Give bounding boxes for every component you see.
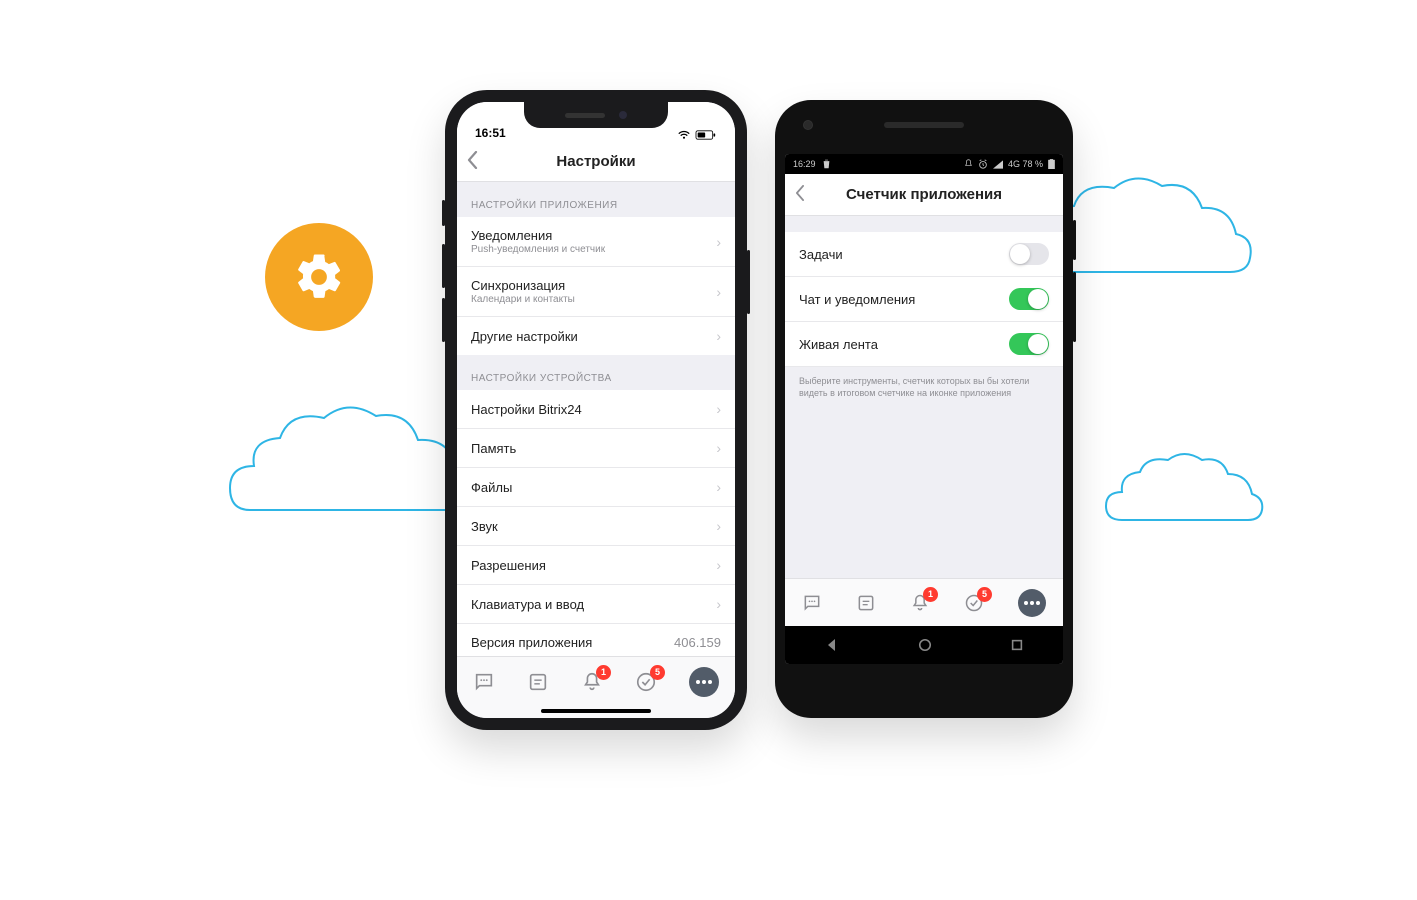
tab-more[interactable] xyxy=(1018,589,1046,617)
counter-row-feed[interactable]: Живая лента xyxy=(785,322,1063,367)
tab-more[interactable] xyxy=(689,667,719,697)
toggle-feed[interactable] xyxy=(1009,333,1049,355)
cell-value: 406.159 xyxy=(674,635,721,650)
counter-row-tasks[interactable]: Задачи xyxy=(785,232,1063,277)
section-header-app: НАСТРОЙКИ ПРИЛОЖЕНИЯ xyxy=(457,182,735,217)
chevron-right-icon: › xyxy=(716,479,721,495)
bell-icon xyxy=(964,159,973,169)
nav-bar: Счетчик приложения xyxy=(785,174,1063,216)
iphone-device-frame: 16:51 Настройки НАСТРОЙКИ ПРИЛОЖЕНИЯ У xyxy=(445,90,747,730)
nav-title: Счетчик приложения xyxy=(846,186,1002,203)
tab-feed[interactable] xyxy=(527,671,549,693)
chat-icon xyxy=(802,593,822,613)
cell-title: Разрешения xyxy=(471,558,546,573)
cell-title: Живая лента xyxy=(799,337,878,352)
nav-home-icon[interactable] xyxy=(918,638,932,652)
feed-icon xyxy=(527,671,549,693)
home-indicator xyxy=(541,709,651,713)
helper-text: Выберите инструменты, счетчик которых вы… xyxy=(785,367,1063,407)
status-network: 4G 78 % xyxy=(1008,159,1043,169)
notification-badge: 1 xyxy=(923,587,938,602)
nav-bar: Настройки xyxy=(457,142,735,182)
feed-icon xyxy=(856,593,876,613)
cell-title: Версия приложения xyxy=(471,635,592,650)
settings-row-bitrix24[interactable]: Настройки Bitrix24 › xyxy=(457,390,735,429)
back-button[interactable] xyxy=(467,151,478,173)
tab-chat[interactable] xyxy=(802,593,822,613)
settings-row-sync[interactable]: Синхронизация Календари и контакты › xyxy=(457,267,735,317)
settings-row-keyboard[interactable]: Клавиатура и ввод › xyxy=(457,585,735,624)
cell-title: Файлы xyxy=(471,480,512,495)
chevron-right-icon: › xyxy=(716,518,721,534)
cell-title: Звук xyxy=(471,519,498,534)
nav-recent-icon[interactable] xyxy=(1010,638,1024,652)
chevron-right-icon: › xyxy=(716,440,721,456)
bottom-tab-bar: 1 5 xyxy=(785,578,1063,626)
tab-notifications[interactable]: 1 xyxy=(581,671,603,693)
tab-notifications[interactable]: 1 xyxy=(910,593,930,613)
nav-back-icon[interactable] xyxy=(824,637,840,653)
settings-row-permissions[interactable]: Разрешения › xyxy=(457,546,735,585)
toggle-chat[interactable] xyxy=(1009,288,1049,310)
cloud-decoration xyxy=(1100,440,1270,540)
more-icon xyxy=(689,667,719,697)
settings-row-notifications[interactable]: Уведомления Push-уведомления и счетчик › xyxy=(457,217,735,267)
section-header-device: НАСТРОЙКИ УСТРОЙСТВА xyxy=(457,355,735,390)
wifi-icon xyxy=(677,130,691,140)
signal-icon xyxy=(993,160,1003,169)
settings-row-version[interactable]: Версия приложения 406.159 xyxy=(457,624,735,656)
chevron-right-icon: › xyxy=(716,234,721,250)
cell-subtitle: Календари и контакты xyxy=(471,294,575,305)
settings-row-sound[interactable]: Звук › xyxy=(457,507,735,546)
cell-title: Другие настройки xyxy=(471,329,578,344)
settings-row-memory[interactable]: Память › xyxy=(457,429,735,468)
chevron-right-icon: › xyxy=(716,328,721,344)
cell-title: Синхронизация xyxy=(471,278,575,293)
android-nav-bar xyxy=(785,626,1063,664)
cell-title: Клавиатура и ввод xyxy=(471,597,584,612)
notification-badge: 1 xyxy=(596,665,611,680)
status-time: 16:29 xyxy=(793,159,816,169)
tab-feed[interactable] xyxy=(856,593,876,613)
battery-icon xyxy=(695,130,717,140)
back-button[interactable] xyxy=(795,185,805,205)
cell-title: Уведомления xyxy=(471,228,605,243)
android-device-frame: 16:29 4G 78 % Счетчик приложения xyxy=(775,100,1073,718)
tab-tasks[interactable]: 5 xyxy=(635,671,657,693)
toggle-tasks[interactable] xyxy=(1009,243,1049,265)
settings-row-files[interactable]: Файлы › xyxy=(457,468,735,507)
alarm-icon xyxy=(978,159,988,169)
cell-title: Чат и уведомления xyxy=(799,292,915,307)
cloud-decoration xyxy=(220,390,480,540)
android-status-bar: 16:29 4G 78 % xyxy=(785,154,1063,174)
chevron-right-icon: › xyxy=(716,596,721,612)
bottom-tab-bar: 1 5 xyxy=(457,656,735,718)
more-icon xyxy=(1018,589,1046,617)
gear-icon xyxy=(265,223,373,331)
chevron-right-icon: › xyxy=(716,401,721,417)
trash-icon xyxy=(822,159,831,169)
tasks-badge: 5 xyxy=(977,587,992,602)
chevron-right-icon: › xyxy=(716,557,721,573)
counter-row-chat[interactable]: Чат и уведомления xyxy=(785,277,1063,322)
tasks-badge: 5 xyxy=(650,665,665,680)
tab-chat[interactable] xyxy=(473,671,495,693)
chevron-right-icon: › xyxy=(716,284,721,300)
cell-title: Память xyxy=(471,441,516,456)
cell-title: Задачи xyxy=(799,247,843,262)
chat-icon xyxy=(473,671,495,693)
settings-row-other[interactable]: Другие настройки › xyxy=(457,317,735,355)
status-time: 16:51 xyxy=(475,126,506,140)
battery-icon xyxy=(1048,159,1055,169)
tab-tasks[interactable]: 5 xyxy=(964,593,984,613)
cell-title: Настройки Bitrix24 xyxy=(471,402,582,417)
nav-title: Настройки xyxy=(556,153,635,170)
cell-subtitle: Push-уведомления и счетчик xyxy=(471,244,605,255)
